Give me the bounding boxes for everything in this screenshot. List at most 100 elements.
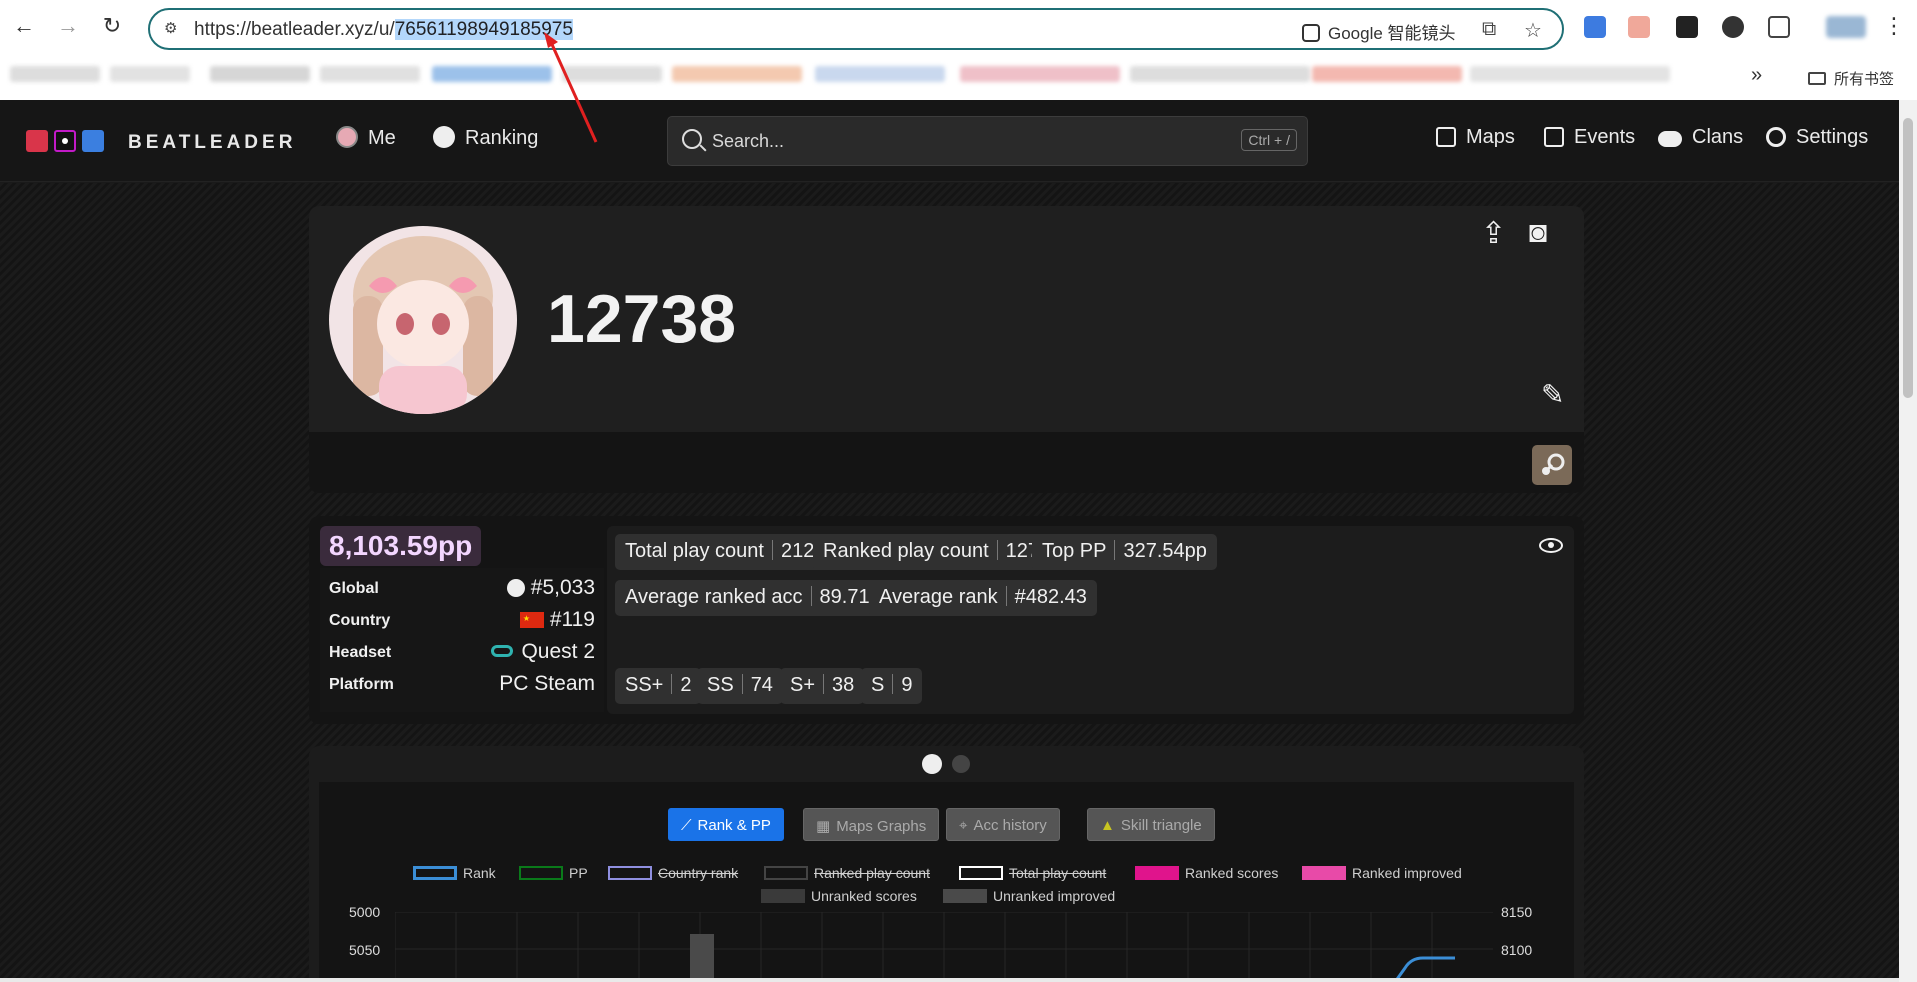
globe-icon — [433, 126, 455, 148]
menu-kebab-icon[interactable]: ⋮ — [1882, 14, 1906, 38]
bookmark-item[interactable] — [1312, 66, 1462, 82]
steam-link-button[interactable] — [1532, 445, 1572, 485]
nav-ranking[interactable]: Ranking — [433, 126, 538, 150]
bookmark-item[interactable] — [320, 66, 420, 82]
search-box[interactable]: Ctrl + / — [667, 116, 1308, 166]
steam-icon — [1542, 453, 1565, 475]
logo-dot-square — [54, 130, 76, 152]
bookmark-item[interactable] — [110, 66, 190, 82]
legend-country-rank[interactable]: Country rank — [608, 865, 738, 881]
scroll-thumb[interactable] — [1903, 118, 1913, 398]
unranked-bar — [690, 934, 714, 982]
extensions-puzzle-icon[interactable] — [1768, 16, 1790, 38]
globe-icon — [506, 579, 525, 597]
window-bottom-edge — [0, 978, 1899, 982]
user-avatar-icon — [336, 126, 358, 148]
logo-blue-square — [82, 130, 104, 152]
edit-icon[interactable]: ✎ — [1541, 378, 1564, 411]
site-info-icon[interactable]: ⚙ — [164, 19, 184, 39]
extension-icon[interactable] — [1628, 16, 1650, 38]
tab-skill-triangle[interactable]: ▲ Skill triangle — [1087, 808, 1215, 841]
tab-maps-graphs[interactable]: ▦ Maps Graphs — [803, 808, 940, 841]
legend-total-play-count[interactable]: Total play count — [959, 865, 1106, 881]
search-icon — [682, 129, 702, 149]
google-lens-button[interactable]: Google 智能镜头 — [1302, 19, 1456, 44]
rank-pp-chart — [395, 912, 1493, 982]
chip-top-pp: Top PP 327.54pp — [1032, 534, 1217, 570]
bookmark-star-icon[interactable]: ☆ — [1524, 18, 1542, 43]
tab-rank-pp[interactable]: ⟋ Rank & PP — [668, 808, 784, 841]
folder-icon — [1808, 72, 1826, 85]
bookmark-item[interactable] — [432, 66, 552, 82]
translate-icon[interactable]: ⧉ — [1482, 18, 1496, 41]
beatleader-logo[interactable] — [26, 130, 110, 157]
bookmark-item[interactable] — [672, 66, 802, 82]
bookmark-item[interactable] — [815, 66, 945, 82]
nav-events[interactable]: Events — [1544, 126, 1635, 149]
pp-badge: 8,103.59pp — [320, 526, 482, 566]
chip-grade-ss-plus: SS+ 2 — [615, 668, 702, 704]
nav-clans[interactable]: Clans — [1658, 126, 1743, 149]
calendar-icon — [1544, 127, 1564, 147]
bar-chart-icon: ▦ — [816, 818, 831, 835]
chip-grade-ss: SS 74 — [697, 668, 783, 704]
share-icon[interactable]: ⇪ — [1481, 216, 1506, 251]
chip-average-rank: Average rank #482.43 — [869, 580, 1097, 616]
page-scrollbar[interactable] — [1899, 100, 1917, 982]
nav-settings[interactable]: Settings — [1766, 126, 1868, 149]
back-arrow-icon[interactable]: ← — [12, 14, 36, 38]
player-avatar[interactable] — [329, 226, 517, 414]
nav-me[interactable]: Me — [336, 126, 396, 150]
bookmark-item[interactable] — [210, 66, 310, 82]
map-icon — [1436, 127, 1456, 147]
url-text[interactable]: https://beatleader.xyz/u/765611989491859… — [194, 19, 573, 41]
y-left-tick: 5050 — [349, 942, 381, 958]
bookmark-item[interactable] — [1470, 66, 1670, 82]
legend-ranked-scores[interactable]: Ranked scores — [1135, 865, 1278, 881]
tab-acc-history[interactable]: ⌖ Acc history — [946, 808, 1060, 841]
triangle-icon: ▲ — [1100, 817, 1115, 834]
rank-row-global[interactable]: Global #5,033 — [329, 574, 595, 604]
extension-icon[interactable] — [1722, 16, 1744, 38]
rank-row-country[interactable]: Country ★ #119 — [329, 606, 595, 636]
chart-line-icon: ⟋ — [681, 817, 692, 834]
rank-row-headset: Headset Quest 2 — [329, 640, 595, 663]
lens-label: Google 智能镜头 — [1328, 24, 1456, 43]
legend-ranked-play-count[interactable]: Ranked play count — [764, 865, 930, 881]
eye-icon[interactable] — [1539, 538, 1563, 553]
search-input[interactable] — [712, 129, 1192, 153]
translate-extension-icon[interactable] — [1584, 16, 1606, 38]
crosshair-icon: ⌖ — [959, 817, 968, 834]
annotation-arrow — [544, 32, 598, 143]
browser-toolbar: ← → ↻ ⚙ https://beatleader.xyz/u/7656119… — [0, 0, 1917, 58]
more-bookmarks-button[interactable]: » — [1751, 64, 1762, 87]
nav-maps[interactable]: Maps — [1436, 126, 1515, 149]
bookmark-item[interactable] — [960, 66, 1120, 82]
legend-rank[interactable]: Rank — [413, 865, 496, 881]
chip-ranked-play-count: Ranked play count 127 — [813, 534, 1050, 570]
camera-icon[interactable]: ◙ — [1529, 216, 1547, 250]
extension-icon[interactable] — [1676, 16, 1698, 38]
chip-grade-s-plus: S+ 38 — [780, 668, 865, 704]
reload-icon[interactable]: ↻ — [100, 14, 124, 38]
profile-avatar[interactable] — [1826, 16, 1866, 38]
bookmark-item[interactable] — [1130, 66, 1310, 82]
y-left-tick: 5000 — [349, 904, 381, 920]
carousel-dot-active[interactable] — [922, 754, 942, 774]
legend-unranked-improved[interactable]: Unranked improved — [943, 888, 1115, 904]
forward-arrow-icon[interactable]: → — [56, 14, 80, 38]
all-bookmarks-folder[interactable]: 所有书签 — [1808, 68, 1894, 89]
y-right-tick: 8100 — [1501, 942, 1533, 958]
brand-wordmark[interactable]: BEATLEADER — [128, 132, 296, 154]
lens-icon — [1302, 24, 1320, 42]
legend-ranked-improved[interactable]: Ranked improved — [1302, 865, 1462, 881]
rank-info-box: Global #5,033 Country ★ #119 Headset Ques… — [320, 568, 604, 712]
legend-pp[interactable]: PP — [519, 865, 588, 881]
address-bar[interactable]: ⚙ https://beatleader.xyz/u/7656119894918… — [148, 8, 1564, 50]
chip-grade-s: S9 — [861, 668, 923, 704]
carousel-dot[interactable] — [952, 755, 970, 773]
legend-unranked-scores[interactable]: Unranked scores — [761, 888, 917, 904]
chart-panel: ⟋ Rank & PP ▦ Maps Graphs ⌖ Acc history ▲ Sk… — [319, 782, 1574, 982]
bookmark-item[interactable] — [10, 66, 100, 82]
search-shortcut-hint: Ctrl + / — [1241, 129, 1297, 151]
